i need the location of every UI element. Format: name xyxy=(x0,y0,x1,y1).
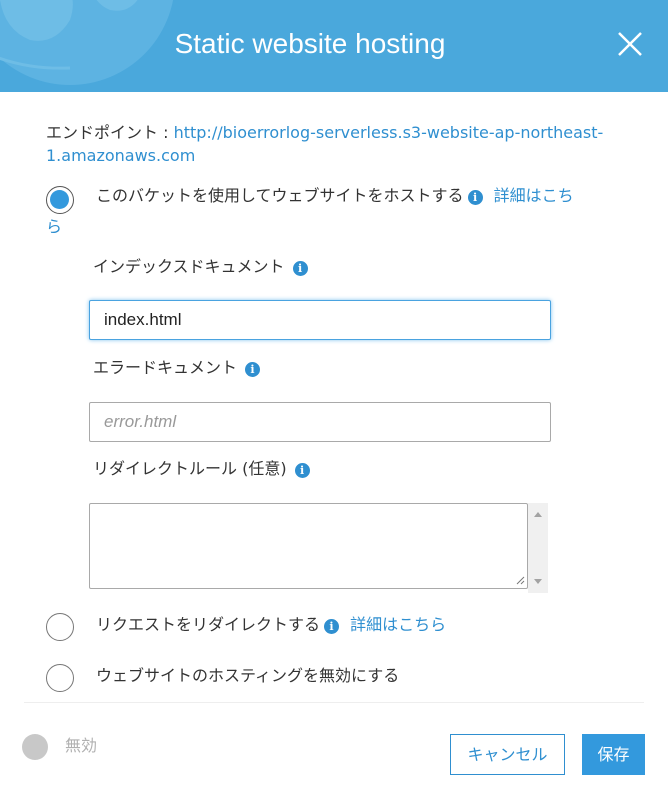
dialog-title: Static website hosting xyxy=(174,28,446,59)
redirect-rules-label: リダイレクトルール (任意) i xyxy=(93,458,310,480)
endpoint-label: エンドポイント : xyxy=(46,123,174,142)
status-indicator xyxy=(22,734,48,760)
learn-more-link-continued[interactable]: ら xyxy=(46,215,62,239)
static-website-hosting-dialog: Static website hosting エンドポイント : http://… xyxy=(0,0,668,797)
scroll-up-arrow-icon[interactable] xyxy=(534,512,542,517)
cancel-button[interactable]: キャンセル xyxy=(450,734,565,775)
endpoint-url[interactable]: http://bioerrorlog-serverless.s3-website… xyxy=(174,123,604,142)
option-host-website-label: このバケットを使用してウェブサイトをホストする xyxy=(96,186,464,205)
close-icon[interactable] xyxy=(614,28,646,60)
learn-more-link[interactable]: 詳細はこち xyxy=(494,186,574,205)
dialog-header: Static website hosting xyxy=(0,0,668,92)
option-disable-hosting-label: ウェブサイトのホスティングを無効にする xyxy=(96,666,400,685)
info-icon[interactable]: i xyxy=(292,261,308,276)
learn-more-link[interactable]: 詳細はこちら xyxy=(350,615,446,634)
option-host-website: このバケットを使用してウェブサイトをホストする i 詳細はこち xyxy=(96,184,626,208)
radio-host-website[interactable] xyxy=(46,186,74,214)
error-document-input[interactable] xyxy=(89,402,551,442)
redirect-rules-container xyxy=(89,503,549,589)
resize-grip-icon[interactable] xyxy=(515,575,525,585)
error-document-label: エラードキュメント i xyxy=(93,357,261,379)
status-label: 無効 xyxy=(65,736,98,755)
info-icon[interactable]: i xyxy=(245,362,261,377)
footer-divider xyxy=(24,702,644,703)
option-redirect-requests: リクエストをリダイレクトする i 詳細はこちら xyxy=(96,613,446,637)
info-icon[interactable]: i xyxy=(467,190,483,205)
info-icon[interactable]: i xyxy=(324,619,340,634)
endpoint-info: エンドポイント : http://bioerrorlog-serverless.… xyxy=(46,121,626,167)
index-document-input[interactable] xyxy=(89,300,551,340)
info-icon[interactable]: i xyxy=(294,463,310,478)
radio-disable-hosting[interactable] xyxy=(46,664,74,692)
save-button[interactable]: 保存 xyxy=(582,734,645,775)
scroll-down-arrow-icon[interactable] xyxy=(534,579,542,584)
index-document-label: インデックスドキュメント i xyxy=(93,256,308,278)
radio-redirect-requests[interactable] xyxy=(46,613,74,641)
option-redirect-requests-label: リクエストをリダイレクトする xyxy=(96,615,321,634)
textarea-scrollbar[interactable] xyxy=(528,503,548,593)
endpoint-url-continued[interactable]: 1.amazonaws.com xyxy=(46,146,195,165)
redirect-rules-textarea[interactable] xyxy=(89,503,528,589)
